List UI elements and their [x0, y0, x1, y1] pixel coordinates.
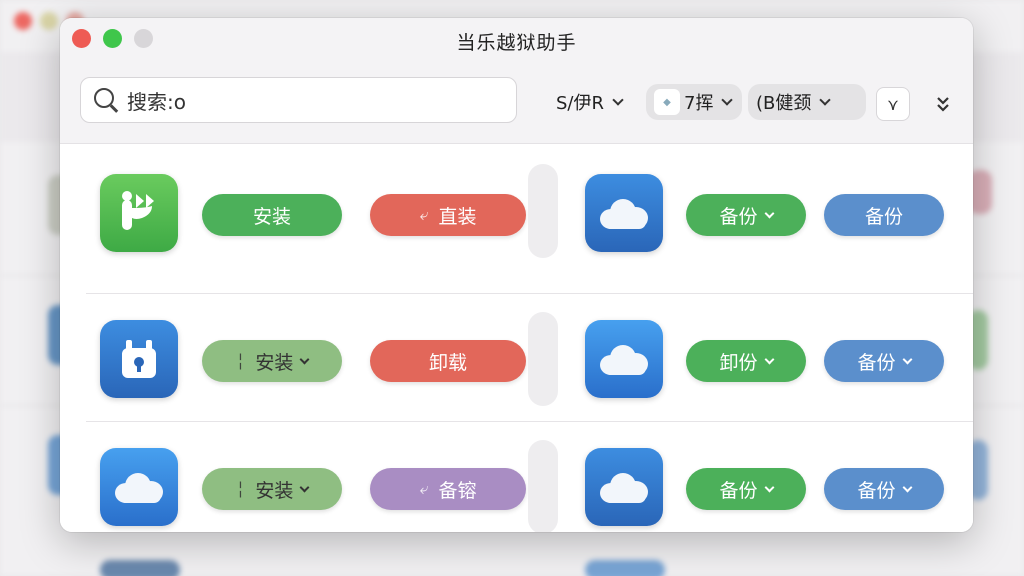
cloud-icon — [585, 448, 663, 526]
column-splitter[interactable] — [528, 440, 558, 532]
backup-dropdown-button[interactable]: 备份 — [686, 468, 806, 510]
uninstall-backup-dropdown-button[interactable]: 卸份 — [686, 340, 806, 382]
expand-button[interactable] — [928, 87, 958, 121]
install-label: 安装 — [252, 205, 291, 228]
robot-lock-icon — [100, 320, 178, 398]
close-window-button[interactable] — [72, 29, 91, 48]
backup-dropdown-button[interactable]: 备份 — [686, 194, 806, 236]
uninstall-button[interactable]: 卸载 — [370, 340, 526, 382]
cloud-icon — [100, 448, 178, 526]
backup-label: 备份 — [864, 205, 903, 228]
install-dropdown-button[interactable]: ╎ 安装 — [202, 468, 342, 510]
bar-icon: ╎ — [235, 351, 246, 371]
column-splitter[interactable] — [528, 312, 558, 406]
backup-label: 备份 — [857, 479, 896, 502]
filter-1-label: S/伊R — [556, 93, 604, 114]
funnel-icon: ⋎ — [887, 94, 899, 114]
direct-install-label: 直装 — [438, 205, 477, 228]
filter-dropdown-3[interactable]: (B健颈 — [748, 84, 866, 120]
chevron-down-icon — [764, 354, 774, 364]
uninstall-label: 卸载 — [428, 351, 467, 374]
minimize-window-button[interactable] — [134, 29, 153, 48]
cloud-icon — [585, 320, 663, 398]
toolbar: 搜索:o S/伊R ◆ 7挥 (B健颈 ⋎ — [60, 64, 973, 144]
backup-button[interactable]: 备份 — [824, 194, 944, 236]
backup-dropdown-button[interactable]: 备份 — [824, 340, 944, 382]
backup-dropdown-button[interactable]: 备份 — [824, 468, 944, 510]
double-chevron-down-icon — [937, 97, 949, 112]
return-icon: ⤶ — [419, 205, 429, 224]
install-label: 安装 — [255, 351, 294, 374]
window-controls — [72, 29, 153, 48]
cloud-icon — [585, 174, 663, 252]
chevron-down-icon — [819, 94, 832, 106]
chevron-down-icon — [902, 482, 912, 492]
window-title: 当乐越狱助手 — [456, 31, 577, 54]
main-window: 当乐越狱助手 搜索:o S/伊R ◆ 7挥 (B健颈 ⋎ 安装 ⤶ 直装 备份 … — [60, 18, 973, 532]
backup-restore-button[interactable]: ⤶ 备镕 — [370, 468, 526, 510]
app-logo-icon — [100, 174, 178, 252]
install-label: 安装 — [255, 479, 294, 502]
backup-label: 卸份 — [719, 351, 758, 374]
app-list: 安装 ⤶ 直装 备份 备份 ╎ 安装 卸载 卸份 备份 ╎ 安装 ⤶ 备镕 备份… — [60, 144, 973, 532]
chevron-down-icon — [902, 354, 912, 364]
filter-3-label: (B健颈 — [756, 93, 812, 114]
filter-2-label: 7挥 — [684, 93, 714, 114]
column-splitter[interactable] — [528, 164, 558, 258]
backup-label: 备份 — [719, 479, 758, 502]
backup-restore-label: 备镕 — [438, 479, 477, 502]
install-button[interactable]: 安装 — [202, 194, 342, 236]
filter-2-icon: ◆ — [654, 89, 680, 115]
search-input[interactable]: 搜索:o — [127, 86, 186, 115]
maximize-window-button[interactable] — [103, 29, 122, 48]
return-icon: ⤶ — [419, 479, 429, 498]
search-icon — [93, 87, 119, 113]
filter-funnel-button[interactable]: ⋎ — [876, 87, 910, 121]
chevron-down-icon — [299, 354, 310, 364]
bar-icon: ╎ — [235, 479, 246, 499]
backup-label: 备份 — [719, 205, 758, 228]
backup-label: 备份 — [857, 351, 896, 374]
install-dropdown-button[interactable]: ╎ 安装 — [202, 340, 342, 382]
chevron-down-icon — [721, 94, 734, 106]
filter-dropdown-2[interactable]: ◆ 7挥 — [646, 84, 742, 120]
chevron-down-icon — [612, 94, 624, 106]
search-box[interactable]: 搜索:o — [80, 77, 517, 123]
filter-dropdown-1[interactable]: S/伊R — [548, 84, 630, 120]
chevron-down-icon — [299, 482, 310, 492]
title-bar: 当乐越狱助手 — [60, 18, 973, 64]
direct-install-button[interactable]: ⤶ 直装 — [370, 194, 526, 236]
chevron-down-icon — [764, 482, 774, 492]
chevron-down-icon — [764, 208, 774, 218]
